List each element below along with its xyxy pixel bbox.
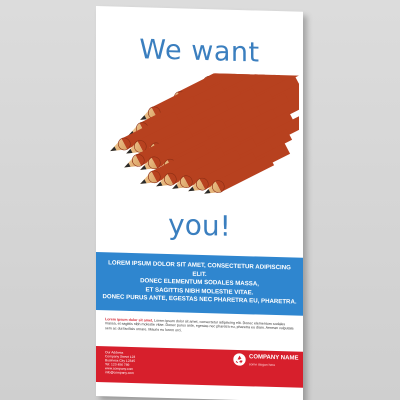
contact-block: Our Address Company Street 123 Business … <box>105 350 185 376</box>
poster: We want you! LOREM IPSUM DOLOR SIT AMET,… <box>96 6 303 400</box>
display-stage: We want you! LOREM IPSUM DOLOR SIT AMET,… <box>0 0 400 400</box>
company-tagline: some slogan here <box>249 362 276 368</box>
blue-band-text: LOREM IPSUM DOLOR SIT AMET, CONSECTETUR … <box>102 259 297 307</box>
body-text: Lorem ipsum dolor sit amet, Lorem ipsum … <box>105 317 295 336</box>
headline-bottom: you! <box>168 208 231 243</box>
headline-top: We want <box>139 34 260 69</box>
recycle-logo-icon <box>233 353 246 366</box>
pencil-bundle-image <box>110 70 299 194</box>
